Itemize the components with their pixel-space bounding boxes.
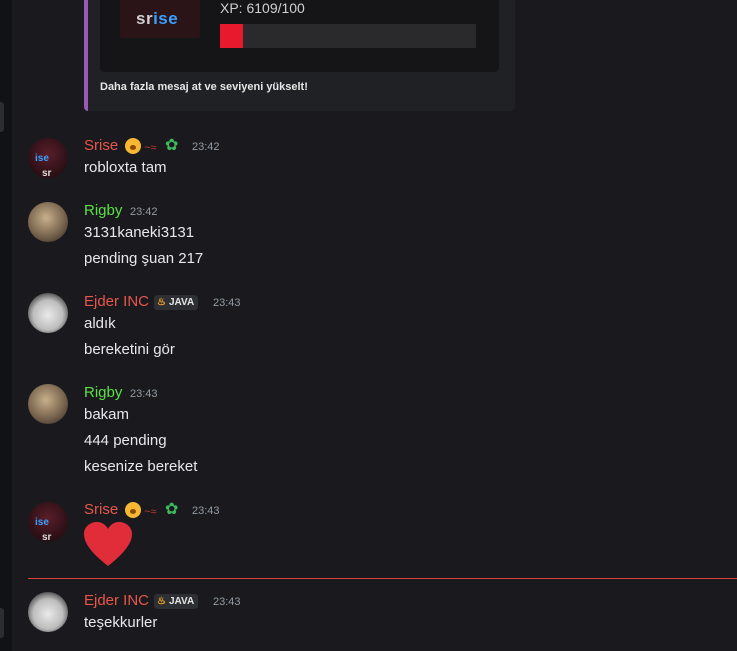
xp-progress-fill [220, 24, 244, 48]
author-name[interactable]: Rigby [84, 202, 122, 219]
server-tag[interactable]: ♨ JAVA [154, 594, 199, 609]
timestamp[interactable]: 23:42 [130, 206, 158, 218]
message-text: teşekkurler [84, 614, 158, 631]
flame-icon: ♨ [157, 297, 166, 308]
nerd-face-emoji [125, 138, 141, 154]
server-tag[interactable]: ♨ JAVA [154, 295, 199, 310]
heart-emoji [84, 522, 132, 566]
author-name[interactable]: Ejder INC [84, 592, 149, 609]
xp-text: XP: 6109/100 [220, 0, 305, 16]
new-messages-divider [28, 578, 737, 579]
logo-text: srise [136, 9, 179, 28]
author-name[interactable]: Srise [84, 137, 118, 154]
timestamp[interactable]: 23:43 [130, 388, 158, 400]
avatar[interactable] [28, 384, 68, 424]
avatar[interactable] [28, 592, 68, 632]
rank-logo: srise [120, 0, 200, 38]
clover-emoji: ✿ [165, 137, 179, 154]
avatar[interactable] [28, 202, 68, 242]
author-name[interactable]: Ejder INC [84, 293, 149, 310]
message-text: 444 pending [84, 432, 167, 449]
rail-indicator [0, 102, 4, 132]
avatar[interactable]: sr ise [28, 138, 68, 178]
avatar[interactable]: sr ise [28, 502, 68, 542]
timestamp[interactable]: 23:43 [213, 596, 241, 608]
timestamp[interactable]: 23:43 [192, 505, 220, 517]
message-text: bereketini gör [84, 341, 175, 358]
signature-emoji: ~≈ [144, 142, 157, 154]
message-text: robloxta tam [84, 159, 167, 176]
rank-card[interactable]: srise XP: 6109/100 [100, 0, 499, 72]
flame-icon: ♨ [157, 596, 166, 607]
nerd-face-emoji [125, 502, 141, 518]
clover-emoji: ✿ [165, 501, 179, 518]
timestamp[interactable]: 23:42 [192, 141, 220, 153]
message-text: kesenize bereket [84, 458, 198, 475]
xp-progress-bar [220, 24, 476, 48]
rank-embed: srise XP: 6109/100 Daha fazla mesaj at v… [84, 0, 515, 111]
message-text: 3131kaneki3131 [84, 224, 195, 241]
author-name[interactable]: Srise [84, 501, 118, 518]
message-text: pending şuan 217 [84, 250, 204, 267]
message-text: bakam [84, 406, 130, 423]
signature-emoji: ~≈ [144, 506, 157, 518]
embed-footer: Daha fazla mesaj at ve seviyeni yükselt! [100, 81, 308, 93]
avatar[interactable] [28, 293, 68, 333]
timestamp[interactable]: 23:43 [213, 297, 241, 309]
message-text: aldık [84, 315, 116, 332]
rail-indicator [0, 608, 4, 638]
author-name[interactable]: Rigby [84, 384, 122, 401]
server-rail [0, 0, 12, 651]
